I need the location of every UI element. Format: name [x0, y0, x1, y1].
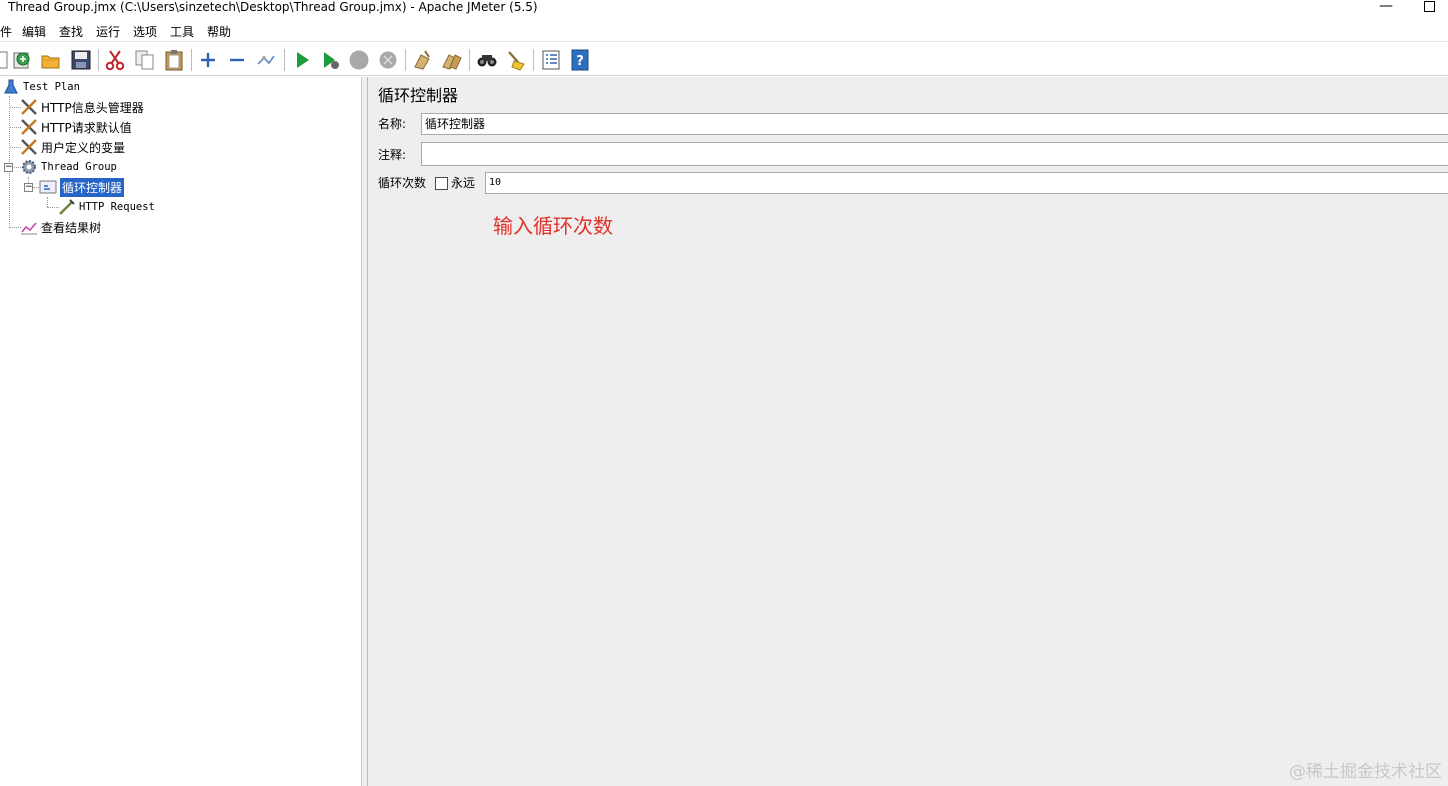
tree-node-user-defined-variables[interactable]: 用户定义的变量 [20, 138, 125, 156]
copy-icon[interactable] [134, 49, 156, 71]
window-title: Thread Group.jmx (C:\Users\sinzetech\Des… [8, 0, 538, 14]
config-element-icon [20, 118, 38, 136]
tree-node-thread-group[interactable]: Thread Group [20, 158, 117, 176]
config-element-icon [20, 138, 38, 156]
tree-node-http-request-defaults[interactable]: HTTP请求默认值 [20, 118, 132, 136]
loop-controller-panel: 循环控制器 名称: 循环控制器 注释: 循环次数 永远 10 输入循环次数 @稀… [368, 77, 1448, 786]
paste-icon[interactable] [163, 49, 185, 71]
annotation-text: 输入循环次数 [493, 214, 613, 238]
title-bar: Thread Group.jmx (C:\Users\sinzetech\Des… [0, 0, 1448, 20]
thread-group-expander[interactable]: − [4, 163, 13, 172]
forever-label: 永远 [451, 176, 476, 190]
tree-node-test-plan[interactable]: Test Plan [2, 78, 80, 96]
function-helper-icon[interactable] [540, 49, 562, 71]
menu-tools[interactable]: 工具 [170, 24, 194, 40]
search-icon[interactable] [476, 49, 498, 71]
sampler-icon [58, 198, 76, 216]
menu-search[interactable]: 查找 [59, 24, 83, 40]
loop-controller-expander[interactable]: − [24, 183, 33, 192]
test-plan-tree: − − Test Plan HTTP信息头管理器 HTTP请求默认值 用户定义的… [0, 77, 362, 786]
comment-label: 注释: [378, 148, 407, 162]
name-label: 名称: [378, 117, 407, 131]
jmeter-window: Thread Group.jmx (C:\Users\sinzetech\Des… [0, 0, 1448, 786]
minimize-button[interactable]: — [1376, 0, 1396, 15]
listener-icon [20, 218, 38, 236]
selected-tree-label: 循环控制器 [60, 177, 125, 197]
reset-search-icon[interactable] [505, 49, 527, 71]
toggle-icon[interactable] [255, 49, 277, 71]
watermark: @稀土掘金技术社区 [1289, 762, 1442, 782]
start-no-pauses-icon[interactable] [319, 49, 341, 71]
templates-icon[interactable] [11, 49, 33, 71]
menu-bar: 件 编辑 查找 运行 选项 工具 帮助 [0, 22, 1448, 42]
forever-checkbox[interactable] [435, 177, 448, 190]
loop-count-field[interactable]: 10 [485, 172, 1448, 194]
svg-text:?: ? [576, 54, 584, 69]
clear-all-icon[interactable] [441, 49, 463, 71]
loop-count-label: 循环次数 [378, 176, 427, 190]
menu-help[interactable]: 帮助 [207, 24, 231, 40]
tree-node-loop-controller[interactable]: 循环控制器 [39, 177, 125, 197]
save-icon[interactable] [70, 49, 92, 71]
menu-options[interactable]: 选项 [133, 24, 157, 40]
expand-icon[interactable] [197, 49, 219, 71]
open-icon[interactable] [40, 49, 62, 71]
config-element-icon [20, 98, 38, 116]
panel-title: 循环控制器 [378, 86, 459, 105]
name-field[interactable]: 循环控制器 [421, 113, 1448, 135]
thread-group-icon [20, 158, 38, 176]
menu-file[interactable]: 件 [0, 24, 12, 40]
tree-node-view-results-tree[interactable]: 查看结果树 [20, 218, 101, 236]
tree-node-http-request[interactable]: HTTP Request [58, 198, 155, 216]
menu-run[interactable]: 运行 [96, 24, 120, 40]
help-icon[interactable]: ? [569, 49, 591, 71]
clear-icon[interactable] [411, 49, 433, 71]
cut-icon[interactable] [104, 49, 126, 71]
collapse-icon[interactable] [226, 49, 248, 71]
stop-icon[interactable] [348, 49, 370, 71]
tree-node-http-header-manager[interactable]: HTTP信息头管理器 [20, 98, 144, 116]
maximize-button[interactable] [1424, 1, 1435, 12]
start-icon[interactable] [291, 49, 313, 71]
test-plan-icon [2, 78, 20, 96]
comment-field[interactable] [421, 142, 1448, 166]
toolbar: ? [0, 44, 1448, 76]
menu-edit[interactable]: 编辑 [22, 24, 46, 40]
shutdown-icon[interactable] [377, 49, 399, 71]
loop-controller-icon [39, 178, 57, 196]
